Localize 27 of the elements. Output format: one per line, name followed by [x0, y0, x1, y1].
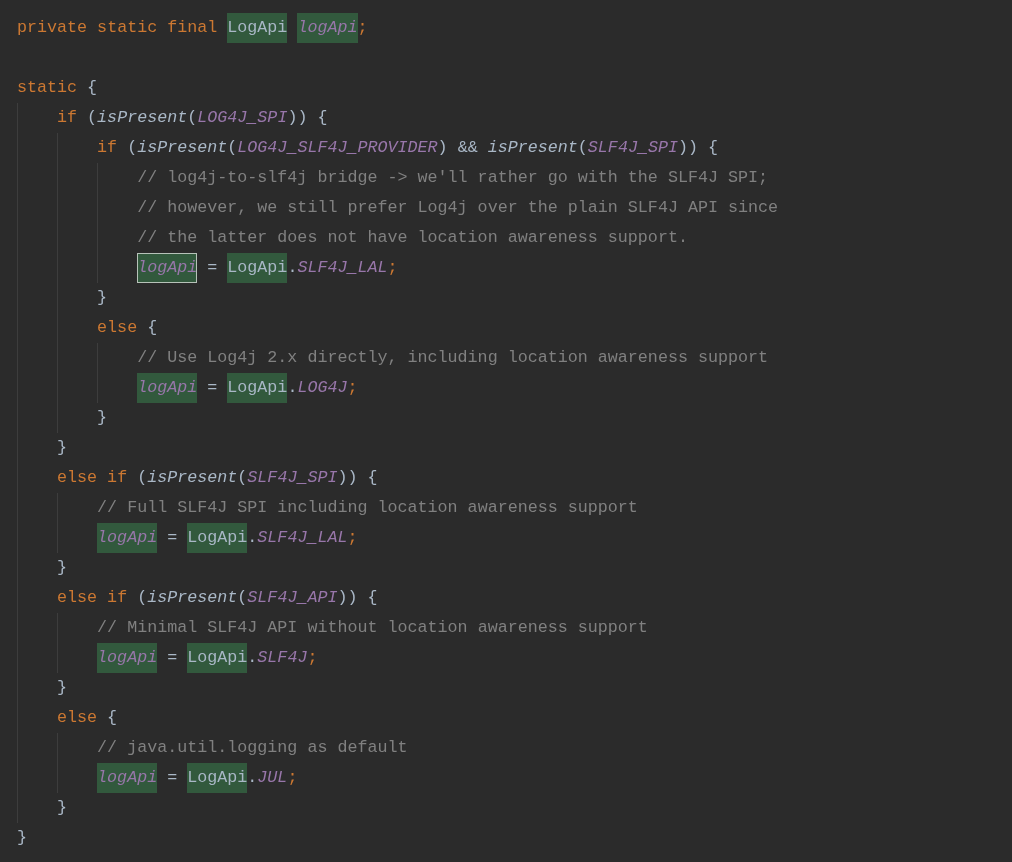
code-line: // however, we still prefer Log4j over the plain SLF4J API since	[137, 197, 779, 219]
code-line: }	[57, 437, 68, 459]
code-line: }	[97, 287, 108, 309]
code-line: logApi = LogApi.SLF4J_LAL;	[137, 253, 398, 283]
code-line: logApi = LogApi.SLF4J;	[97, 643, 318, 673]
code-line: }	[17, 827, 27, 849]
code-line: // log4j-to-slf4j bridge -> we'll rather go with the SLF4J SPI;	[137, 167, 769, 189]
code-line: }	[57, 797, 68, 819]
code-line: // Use Log4j 2.x directly, including location awareness support	[137, 347, 769, 369]
code-line: private static final LogApi logApi;	[17, 13, 368, 43]
code-line: }	[97, 407, 108, 429]
code-line: // java.util.logging as default	[97, 737, 408, 759]
code-line: if (isPresent(LOG4J_SLF4J_PROVIDER) && isPresent(SLF4J_SPI)) {	[97, 137, 719, 159]
code-line: }	[57, 557, 68, 579]
code-line: logApi = LogApi.LOG4J;	[137, 373, 358, 403]
code-line: // the latter does not have location awareness support.	[137, 227, 688, 249]
code-line: static {	[17, 77, 98, 99]
code-line: else {	[57, 707, 118, 729]
code-line: // Full SLF4J SPI including location awareness support	[97, 497, 638, 519]
code-line: else {	[97, 317, 158, 339]
code-line: else if (isPresent(SLF4J_SPI)) {	[57, 467, 378, 489]
code-line: }	[57, 677, 68, 699]
code-line: // Minimal SLF4J API without location awareness support	[97, 617, 648, 639]
code-line: if (isPresent(LOG4J_SPI)) {	[57, 107, 328, 129]
code-line: logApi = LogApi.SLF4J_LAL;	[97, 523, 358, 553]
code-line: else if (isPresent(SLF4J_API)) {	[57, 587, 378, 609]
code-line: logApi = LogApi.JUL;	[97, 763, 298, 793]
